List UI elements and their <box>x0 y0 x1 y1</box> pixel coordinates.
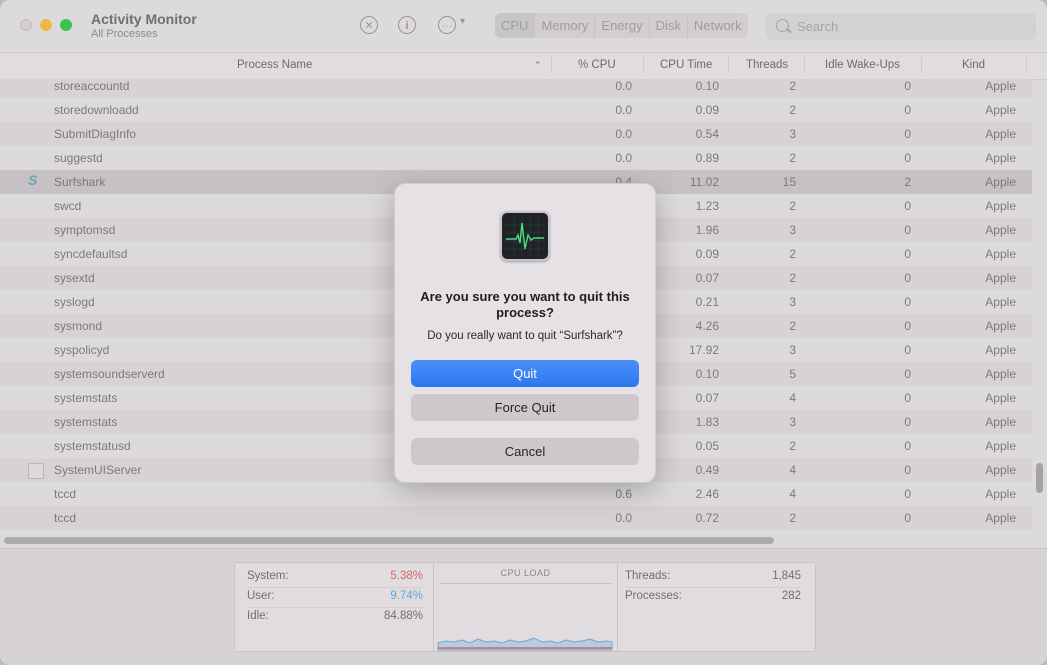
cancel-button[interactable]: Cancel <box>411 438 639 465</box>
force-quit-button[interactable]: Force Quit <box>411 394 639 421</box>
dialog-message: Do you really want to quit “Surfshark”? <box>427 330 623 342</box>
quit-process-dialog: Are you sure you want to quit this proce… <box>394 183 656 483</box>
activity-monitor-window: Activity Monitor All Processes ✕ i ··· ▾… <box>0 0 1047 665</box>
activity-monitor-app-icon <box>500 211 550 261</box>
quit-button[interactable]: Quit <box>411 360 639 387</box>
dialog-title: Are you sure you want to quit this proce… <box>420 289 630 320</box>
